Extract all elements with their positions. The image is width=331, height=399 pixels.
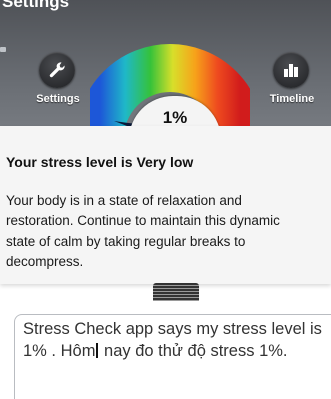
timeline-button[interactable]	[273, 52, 309, 88]
stress-level-description: Your body is in a state of relaxation an…	[6, 191, 306, 272]
wrench-icon	[47, 60, 67, 80]
stress-level-title: Your stress level is Very low	[6, 154, 193, 170]
drag-handle[interactable]	[153, 283, 199, 301]
app-title: Settings	[2, 0, 69, 12]
stress-info-card: Your stress level is Very low Your body …	[0, 126, 331, 284]
side-handle	[0, 47, 6, 52]
app-header: Settings Settings Timeline	[0, 0, 331, 140]
settings-button[interactable]	[39, 52, 75, 88]
message-composer[interactable]: Stress Check app says my stress level is…	[14, 314, 331, 399]
bar-chart-icon	[282, 61, 300, 79]
composer-text-after: nay đo thử độ stress 1%.	[99, 342, 287, 360]
timeline-label[interactable]: Timeline	[262, 93, 322, 105]
